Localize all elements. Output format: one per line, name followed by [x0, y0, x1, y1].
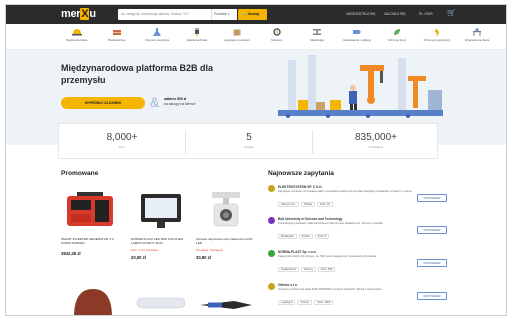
- category-item[interactable]: Wyposażenie biura: [458, 27, 496, 42]
- label-icon: [353, 30, 361, 34]
- desk-icon: [473, 28, 481, 36]
- inquiry-item[interactable]: NORMA-PLAST Sp. z o.o. Zakup folii stret…: [268, 250, 428, 276]
- plug-icon: [195, 28, 199, 37]
- cart-icon[interactable]: 🛒: [447, 10, 456, 18]
- try-free-button[interactable]: WYPRÓBUJ ZA DARMO: [61, 97, 145, 109]
- stat-countries: 5 Krajów: [244, 132, 254, 149]
- company-avatar: [268, 217, 275, 224]
- generator-image: [67, 192, 113, 226]
- beam-icon: [313, 29, 321, 35]
- inquiry-description: Zapytanie ofertowe na dostawę kabli i pr…: [278, 189, 413, 193]
- hero-title: Międzynarodowa platforma B2B dla przemys…: [61, 63, 214, 85]
- language-currency-select[interactable]: PL / EUR: [419, 12, 433, 16]
- reply-button[interactable]: ODPOWIEDZ: [417, 194, 447, 202]
- wheat-icon: [435, 29, 439, 36]
- product-stock: Na stanie / Dostępne: [196, 248, 223, 252]
- category-item[interactable]: Przemysł spożywczy: [418, 27, 456, 42]
- inquiry-tags: Opakowania Niemcy Ilość: 500: [278, 267, 337, 272]
- category-label: Logistyka i transport: [224, 38, 250, 42]
- hero-bonus-text: odbierz 500 zł na zakupy na Merxu!: [164, 97, 196, 106]
- category-label: Metalurgia: [310, 38, 324, 42]
- category-label: Wyposażenie biura: [464, 38, 490, 42]
- inquiry-tags: Logistyka Czechy Ilość: 1000: [278, 300, 335, 305]
- category-bar: Bezpieczeństwo Budownictwo Chemia i twor…: [6, 24, 506, 50]
- inquiry-tags: Zakupy hurt. Polska Ilość: 10: [278, 202, 335, 207]
- product-card[interactable]: NAŚWIETLACZ LED 50W HALOGEN LAMPA CZARNY…: [131, 188, 191, 260]
- search-button[interactable]: 🔍 Szukaj: [238, 9, 267, 20]
- tube-lamp-image: [136, 297, 186, 309]
- ampersand-decoration: &: [150, 94, 160, 110]
- inquiry-item[interactable]: Oferteo s.r.o. Szukamy producenta palet …: [268, 283, 428, 309]
- inquiry-tags: Metalurgia Polska Ilość: 5: [278, 234, 331, 239]
- category-label: Maszyny: [271, 38, 283, 42]
- company-avatar: [268, 185, 275, 192]
- category-item[interactable]: Bezpieczeństwo: [58, 27, 96, 42]
- inquiry-description: Zakup folii stretch 23 mikrony, ok. 500 …: [278, 254, 377, 258]
- promoted-title: Promowane: [61, 170, 99, 177]
- search-scope-select[interactable]: Produkty ▾: [211, 9, 237, 20]
- brick-icon: [113, 30, 121, 35]
- login-link[interactable]: ZALOGUJ SIĘ: [384, 12, 405, 16]
- category-item[interactable]: Maszyny: [258, 27, 296, 42]
- category-item[interactable]: Chemia i tworzywa: [138, 27, 176, 42]
- spotlight-image: [212, 192, 240, 227]
- reply-button[interactable]: ODPOWIEDZ: [417, 259, 447, 267]
- product-price: 20,50 zł: [131, 254, 146, 260]
- product-stock: Ilość: 1 szt. Na stanie: [131, 248, 159, 252]
- category-label: Chemia i tworzywa: [144, 38, 170, 42]
- helmet-icon: [72, 29, 82, 36]
- product-card[interactable]: SMART INVERTER GENERATOR 3.0 PORTA PARKE…: [61, 188, 121, 256]
- category-label: Przemysł spożywczy: [423, 38, 451, 42]
- category-item[interactable]: Logistyka i transport: [218, 27, 256, 42]
- product-price: 30,80 zł: [196, 254, 211, 260]
- merxu-logo[interactable]: merXu: [61, 8, 96, 20]
- top-navigation-bar: merXu np. kategoria, konstrukcja stalowa…: [6, 5, 506, 24]
- category-label: Elektrotechnika: [187, 38, 207, 42]
- category-item[interactable]: Metalurgia: [298, 27, 336, 42]
- reply-button[interactable]: ODPOWIEDZ: [417, 226, 447, 234]
- stat-companies: 8,000+ Firm: [106, 132, 138, 149]
- browser-frame: merXu np. kategoria, konstrukcja stalowa…: [5, 4, 507, 316]
- flask-icon: [153, 28, 161, 36]
- product-card[interactable]: Oprawa natynkowa spot biała tuba GU10 LE…: [196, 188, 256, 260]
- product-name: SMART INVERTER GENERATOR 3.0 PORTA PARKE…: [61, 237, 114, 245]
- inquiry-description: Poszukujemy dostawcy stali nierdzewnej 3…: [278, 221, 384, 225]
- product-price: 3942,28 zł: [61, 251, 81, 256]
- knife-image: [200, 301, 252, 309]
- inquiry-item[interactable]: ELEKTROSYSTEM SP. Z O.O. Zapytanie ofert…: [268, 185, 428, 211]
- category-label: Bezpieczeństwo: [66, 38, 88, 42]
- leaf-icon: [394, 29, 400, 35]
- category-label: Budownictwo: [108, 38, 126, 42]
- seat-image: [74, 289, 112, 315]
- category-item[interactable]: Elektrotechnika: [178, 27, 216, 42]
- inquiry-description: Szukamy producenta palet EUR 1200x800 w …: [278, 287, 383, 291]
- gear-icon: [273, 28, 281, 36]
- inquiries-title: Najnowsze zapytania: [268, 170, 334, 177]
- category-label: Opakowania i etykiety: [342, 38, 372, 42]
- reply-button[interactable]: ODPOWIEDZ: [417, 292, 447, 300]
- floodlight-image: [141, 194, 181, 228]
- category-label: Ochrona środ.: [387, 38, 407, 42]
- company-avatar: [268, 250, 275, 257]
- stats-panel: 8,000+ Firm 5 Krajów 835,000+ Produktów: [58, 123, 438, 159]
- stat-products: 835,000+ Produktów: [355, 132, 397, 149]
- category-item[interactable]: Budownictwo: [98, 27, 136, 42]
- inquiry-item[interactable]: Bolt University of Science and Technolog…: [268, 217, 428, 243]
- box-icon: [233, 29, 241, 36]
- register-link[interactable]: ZAREJESTRUJ SIĘ: [346, 12, 376, 16]
- category-item[interactable]: Ochrona środ.: [378, 27, 416, 42]
- category-item[interactable]: Opakowania i etykiety: [338, 27, 376, 42]
- company-avatar: [268, 283, 275, 290]
